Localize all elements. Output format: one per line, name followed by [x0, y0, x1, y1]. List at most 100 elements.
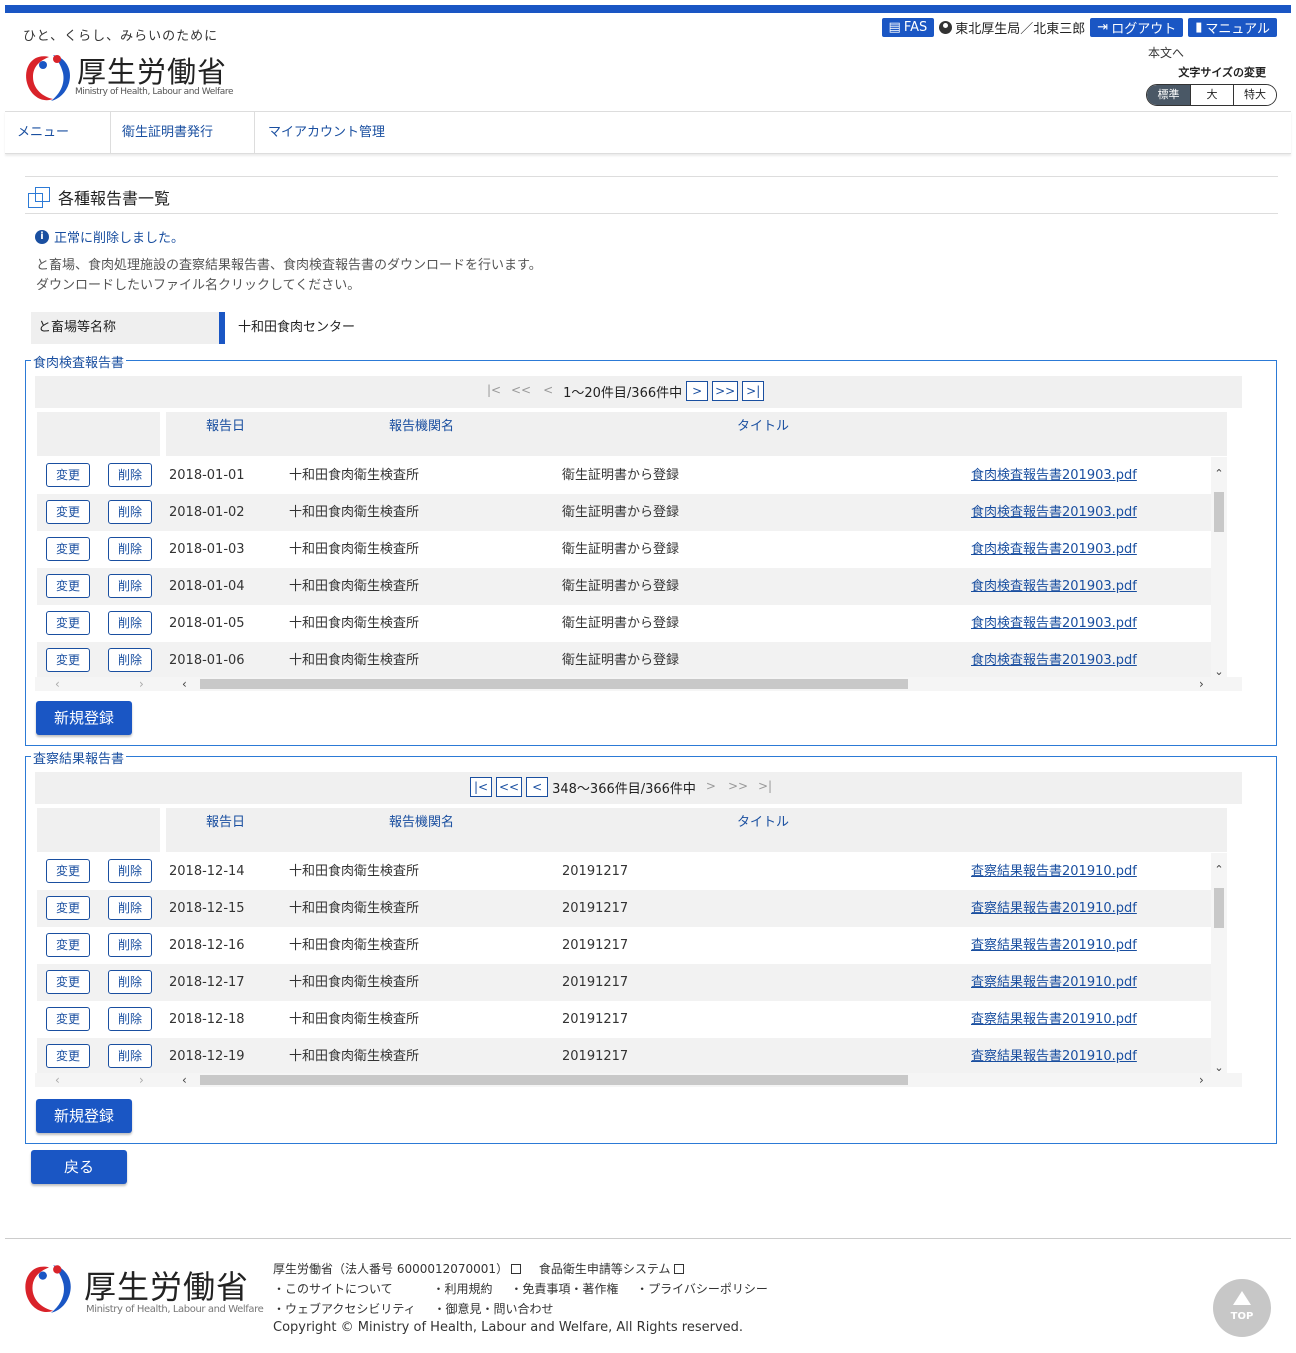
pager-prev-page-button[interactable]: <<	[509, 381, 533, 401]
font-size-standard-button[interactable]: 標準	[1147, 85, 1190, 105]
delete-button[interactable]: 削除	[108, 1044, 152, 1068]
column-header-title[interactable]: タイトル	[737, 412, 789, 442]
delete-button[interactable]: 削除	[108, 463, 152, 487]
delete-button[interactable]: 削除	[108, 1007, 152, 1031]
chevron-right-icon[interactable]: ›	[139, 677, 144, 691]
footer-system-link[interactable]: 食品衛生申請等システム	[539, 1262, 671, 1276]
pager-prev-button[interactable]: <	[526, 777, 549, 797]
nav-item-my-account[interactable]: マイアカウント管理	[268, 112, 385, 153]
edit-button[interactable]: 変更	[46, 970, 90, 994]
pager-first-button[interactable]: |<	[483, 381, 505, 401]
edit-button[interactable]: 変更	[46, 648, 90, 672]
chevron-left-icon[interactable]: ‹	[55, 1073, 60, 1087]
report-file-link[interactable]: 食肉検査報告書201903.pdf	[971, 568, 1137, 605]
nav-item-menu[interactable]: メニュー	[17, 112, 69, 153]
column-header-date[interactable]: 報告日	[206, 412, 245, 442]
skip-to-content-link[interactable]: 本文へ	[1148, 44, 1184, 61]
new-inspection-report-button[interactable]: 新規登録	[36, 701, 132, 735]
report-file-link[interactable]: 食肉検査報告書201903.pdf	[971, 531, 1137, 568]
font-size-xlarge-button[interactable]: 特大	[1233, 85, 1276, 105]
fas-button[interactable]: ▤ FAS	[881, 18, 935, 37]
edit-button[interactable]: 変更	[46, 574, 90, 598]
delete-button[interactable]: 削除	[108, 611, 152, 635]
footer-link-disclaimer[interactable]: ・免責事項・著作権	[510, 1282, 618, 1296]
vertical-scrollbar[interactable]: ⌃ ⌄	[1211, 457, 1227, 689]
column-header-date[interactable]: 報告日	[206, 808, 245, 838]
delete-button[interactable]: 削除	[108, 970, 152, 994]
site-logo-name[interactable]: 厚生労働省	[77, 49, 227, 91]
chevron-left-icon[interactable]: ‹	[182, 677, 187, 691]
report-file-link[interactable]: 査察結果報告書201910.pdf	[971, 927, 1137, 964]
pager-next-page-button[interactable]: >>	[726, 777, 750, 797]
horizontal-scrollbar[interactable]: ‹ › ‹ ›	[35, 1073, 1242, 1087]
footer-link-about[interactable]: ・このサイトについて	[273, 1282, 393, 1296]
font-size-large-button[interactable]: 大	[1190, 85, 1233, 105]
report-file-link[interactable]: 食肉検査報告書201903.pdf	[971, 605, 1137, 642]
edit-button[interactable]: 変更	[46, 933, 90, 957]
logout-button[interactable]: ⇥ ログアウト	[1090, 18, 1184, 37]
horizontal-scrollbar[interactable]: ‹ › ‹ ›	[35, 677, 1242, 691]
delete-button[interactable]: 削除	[108, 574, 152, 598]
footer-link-privacy[interactable]: ・プライバシーポリシー	[636, 1282, 768, 1296]
footer-org-link[interactable]: 厚生労働省（法人番号 6000012070001）	[273, 1262, 508, 1276]
footer-link-terms[interactable]: ・利用規約	[432, 1282, 492, 1296]
vertical-scrollbar[interactable]: ⌃ ⌄	[1211, 853, 1227, 1085]
edit-button[interactable]: 変更	[46, 896, 90, 920]
edit-button[interactable]: 変更	[46, 859, 90, 883]
chevron-left-icon[interactable]: ‹	[55, 677, 60, 691]
report-file-link[interactable]: 査察結果報告書201910.pdf	[971, 1001, 1137, 1038]
report-file-link[interactable]: 査察結果報告書201910.pdf	[971, 1038, 1137, 1075]
edit-button[interactable]: 変更	[46, 500, 90, 524]
column-header-title[interactable]: タイトル	[737, 808, 789, 838]
chevron-left-icon[interactable]: ‹	[182, 1073, 187, 1087]
pager-prev-button[interactable]: <	[537, 381, 559, 401]
chevron-right-icon[interactable]: ›	[1199, 1073, 1204, 1087]
column-header-org[interactable]: 報告機関名	[389, 808, 454, 838]
chevron-down-icon[interactable]: ⌄	[1214, 666, 1224, 677]
delete-button[interactable]: 削除	[108, 859, 152, 883]
delete-button[interactable]: 削除	[108, 896, 152, 920]
column-header-org[interactable]: 報告機関名	[389, 412, 454, 442]
nav-item-certificate-issue[interactable]: 衛生証明書発行	[122, 112, 213, 153]
chevron-up-icon[interactable]: ⌃	[1214, 468, 1224, 479]
edit-button[interactable]: 変更	[46, 1007, 90, 1031]
section-legend: 食肉検査報告書	[31, 352, 127, 371]
report-file-link[interactable]: 査察結果報告書201910.pdf	[971, 964, 1137, 1001]
chevron-right-icon[interactable]: ›	[1199, 677, 1204, 691]
back-button[interactable]: 戻る	[31, 1150, 127, 1184]
delete-button[interactable]: 削除	[108, 933, 152, 957]
report-file-link[interactable]: 査察結果報告書201910.pdf	[971, 853, 1137, 890]
pager-next-page-button[interactable]: >>	[712, 381, 739, 401]
manual-button[interactable]: ▮ マニュアル	[1188, 18, 1277, 37]
pager-prev-page-button[interactable]: <<	[496, 777, 523, 797]
delete-button[interactable]: 削除	[108, 648, 152, 672]
pager-first-button[interactable]: |<	[470, 777, 492, 797]
delete-button[interactable]: 削除	[108, 537, 152, 561]
footer-link-accessibility[interactable]: ・ウェブアクセシビリティ	[273, 1302, 416, 1316]
report-file-link[interactable]: 食肉検査報告書201903.pdf	[971, 642, 1137, 679]
mhlw-logo-icon[interactable]	[19, 49, 79, 103]
edit-button[interactable]: 変更	[46, 537, 90, 561]
scrollbar-thumb[interactable]	[200, 679, 908, 689]
pager-last-button[interactable]: >|	[754, 777, 776, 797]
delete-button[interactable]: 削除	[108, 500, 152, 524]
scrollbar-thumb[interactable]	[1214, 492, 1224, 532]
back-to-top-button[interactable]: TOP	[1213, 1279, 1271, 1337]
footer-link-contact[interactable]: ・御意見・問い合わせ	[434, 1302, 554, 1316]
scrollbar-thumb[interactable]	[200, 1075, 908, 1085]
chevron-up-icon[interactable]: ⌃	[1214, 864, 1224, 875]
scrollbar-thumb[interactable]	[1214, 888, 1224, 928]
report-file-link[interactable]: 査察結果報告書201910.pdf	[971, 890, 1137, 927]
report-file-link[interactable]: 食肉検査報告書201903.pdf	[971, 494, 1137, 531]
pager-next-button[interactable]: >	[700, 777, 722, 797]
edit-button[interactable]: 変更	[46, 611, 90, 635]
pager-last-button[interactable]: >|	[742, 381, 765, 401]
report-file-link[interactable]: 食肉検査報告書201903.pdf	[971, 457, 1137, 494]
chevron-down-icon[interactable]: ⌄	[1214, 1062, 1224, 1073]
mhlw-logo-icon[interactable]	[18, 1258, 80, 1316]
edit-button[interactable]: 変更	[46, 1044, 90, 1068]
chevron-right-icon[interactable]: ›	[139, 1073, 144, 1087]
pager-next-button[interactable]: >	[686, 381, 709, 401]
new-audit-report-button[interactable]: 新規登録	[36, 1099, 132, 1133]
edit-button[interactable]: 変更	[46, 463, 90, 487]
